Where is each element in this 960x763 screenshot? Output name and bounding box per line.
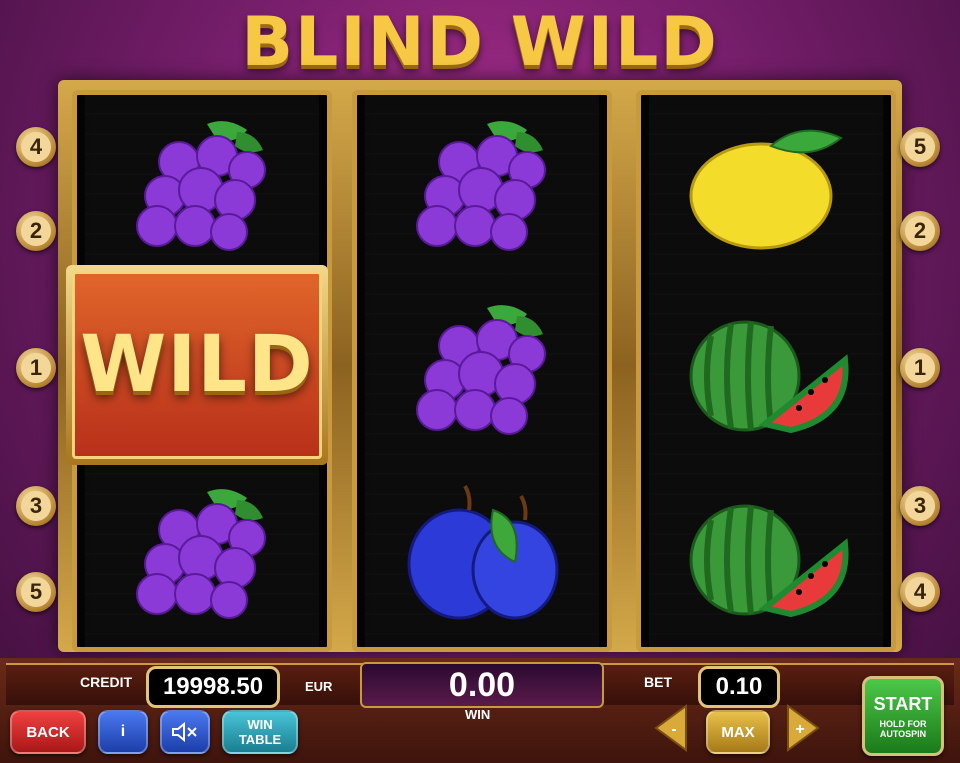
grapes-symbol xyxy=(77,107,327,267)
payline-badge: 3 xyxy=(900,486,940,526)
lemon-icon xyxy=(689,129,843,250)
payline-badge: 2 xyxy=(900,211,940,251)
watermelon-icon xyxy=(689,320,849,434)
back-button[interactable]: BACK xyxy=(10,710,86,754)
win-value: 0.00 xyxy=(360,662,604,708)
win-table-button[interactable]: WIN TABLE xyxy=(222,710,298,754)
grapes-symbol xyxy=(357,107,607,267)
reel-3 xyxy=(636,90,896,652)
bet-label: BET xyxy=(644,674,672,690)
payline-badge: 4 xyxy=(900,572,940,612)
watermelon-symbol xyxy=(641,475,891,635)
start-sub-label-2: AUTOSPIN xyxy=(879,728,927,739)
payline-badge: 1 xyxy=(900,348,940,388)
payline-badge: 4 xyxy=(16,127,56,167)
watermelon-symbol xyxy=(641,291,891,451)
watermelon-icon xyxy=(689,504,849,618)
grapes-symbol xyxy=(77,475,327,635)
bet-decrease-button[interactable]: - xyxy=(652,704,688,752)
bet-increase-button[interactable]: + xyxy=(786,704,822,752)
svg-text:+: + xyxy=(795,721,804,738)
win-label: WIN xyxy=(465,707,491,722)
start-sub-label-1: HOLD FOR xyxy=(879,718,927,729)
credit-value: 19998.50 xyxy=(146,666,280,708)
info-button[interactable]: i xyxy=(98,710,148,754)
currency-label: EUR xyxy=(305,679,333,694)
wild-label: WILD xyxy=(80,320,314,410)
sound-button[interactable] xyxy=(160,710,210,754)
win-table-label-line2: TABLE xyxy=(238,732,282,747)
payline-badge: 5 xyxy=(900,127,940,167)
svg-text:-: - xyxy=(671,721,676,738)
payline-badge: 5 xyxy=(16,572,56,612)
max-bet-button[interactable]: MAX xyxy=(706,710,770,754)
grapes-symbol xyxy=(357,291,607,451)
payline-badge: 1 xyxy=(16,348,56,388)
credit-label: CREDIT xyxy=(80,674,133,690)
speaker-muted-icon xyxy=(172,721,197,743)
plum-symbol xyxy=(357,475,607,635)
payline-badge: 2 xyxy=(16,211,56,251)
grapes-icon xyxy=(136,489,266,619)
payline-badge: 3 xyxy=(16,486,56,526)
grapes-icon xyxy=(136,121,266,251)
grapes-icon xyxy=(416,121,546,251)
start-button[interactable]: START HOLD FOR AUTOSPIN xyxy=(862,676,944,756)
reel-2 xyxy=(352,90,612,652)
win-table-label-line1: WIN xyxy=(247,717,273,732)
bet-value: 0.10 xyxy=(698,666,780,708)
plum-icon xyxy=(407,484,559,620)
lemon-symbol xyxy=(641,107,891,267)
start-label: START xyxy=(873,693,933,714)
game-title: BLIND WILD xyxy=(241,2,719,82)
wild-symbol: WILD xyxy=(66,265,328,465)
grapes-icon xyxy=(416,305,546,435)
